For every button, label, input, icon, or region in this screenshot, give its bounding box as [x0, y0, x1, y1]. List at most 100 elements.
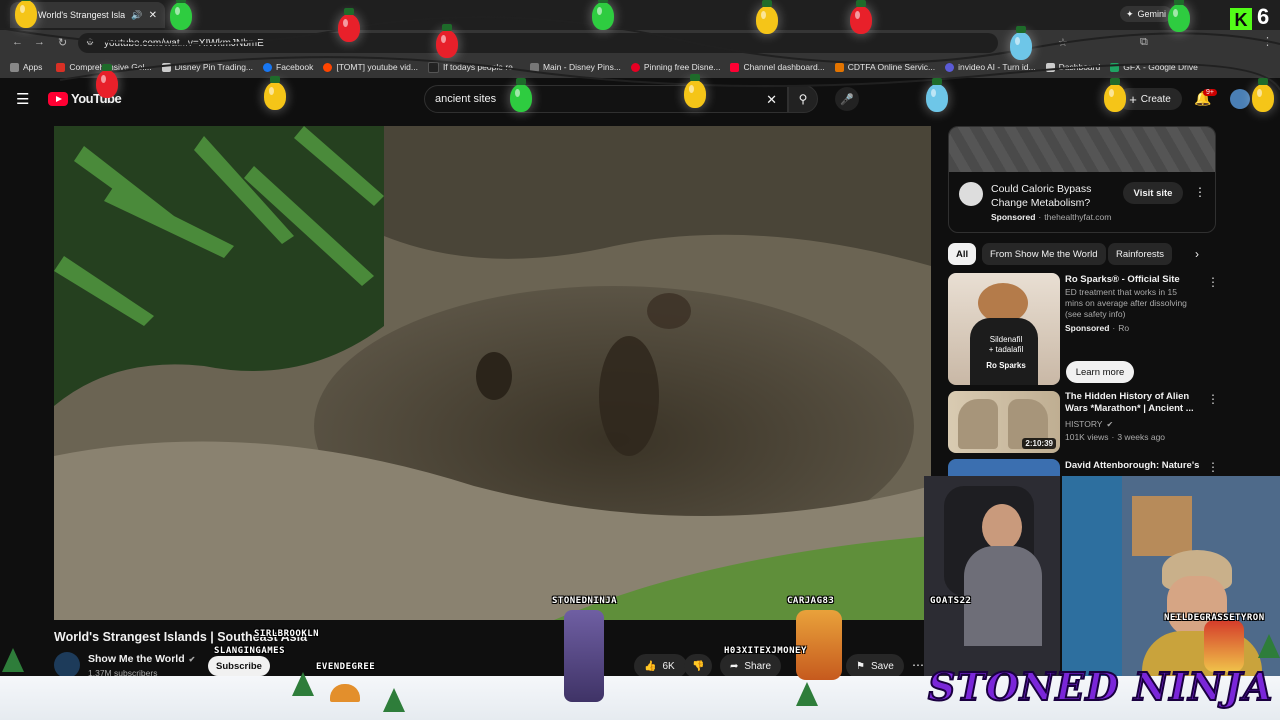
chip-rainforests[interactable]: Rainforests: [1108, 243, 1173, 265]
wall-shape: [1062, 476, 1122, 680]
pixel-avatar-ninja: [564, 610, 604, 702]
light-bulb-icon: [1104, 78, 1126, 112]
channel-name-row[interactable]: Show Me the World ✔: [88, 653, 195, 665]
viewer-username: GOATS22: [930, 596, 972, 606]
chip-from-channel[interactable]: From Show Me the World: [982, 243, 1106, 265]
verified-check-icon: ✔: [188, 654, 196, 664]
light-bulb-icon: [926, 78, 948, 112]
light-bulb-icon: [170, 0, 192, 30]
verified-check-icon: ✔: [1106, 420, 1114, 429]
thumb-text-line: Ro Sparks: [986, 361, 1026, 370]
viewer-username: NEILDEGRASSETYRON: [1164, 613, 1265, 623]
light-bulb-icon: [756, 0, 778, 34]
sidebar-item-title[interactable]: Ro Sparks® - Official Site: [1065, 274, 1203, 286]
more-actions-icon[interactable]: ⋯: [912, 658, 924, 672]
video-player[interactable]: [54, 126, 931, 620]
sidebar-item-age: 3 weeks ago: [1117, 432, 1166, 442]
tree-icon: [2, 648, 24, 672]
tree-icon: [292, 672, 314, 696]
share-button[interactable]: ➦ Share: [720, 654, 782, 678]
separator-dot: ·: [1111, 432, 1115, 442]
light-bulb-icon: [338, 8, 360, 42]
viewer-username: EVENDEGREE: [316, 662, 376, 672]
tree-icon: [383, 688, 405, 712]
more-options-icon[interactable]: ⋮: [1207, 392, 1219, 406]
share-label: Share: [744, 660, 772, 672]
sidebar-item-desc: ED treatment that works in 15 mins on av…: [1065, 287, 1187, 319]
light-bulb-icon: [850, 0, 872, 34]
relief-figure-shape: [958, 399, 998, 449]
sidebar-item-channel-row: HISTORY ✔: [1065, 419, 1113, 430]
sidebar-thumbnail[interactable]: [948, 459, 1060, 477]
light-bulb-icon: [1168, 0, 1190, 32]
separator-dot: ·: [1112, 323, 1116, 333]
ad-card[interactable]: Could Caloric Bypass Change Metabolism? …: [948, 126, 1216, 233]
viewer-username: H03XITEXJMONEY: [724, 646, 807, 656]
light-bulb-icon: [510, 78, 532, 112]
light-bulb-icon: [1252, 78, 1274, 112]
viewer-username: SLANGINGAMES: [214, 646, 286, 656]
thumbs-down-icon: 👎: [692, 660, 705, 672]
light-bulb-icon: [264, 76, 286, 110]
stream-brand-text: STONED NINJA: [927, 663, 1274, 710]
like-count: 6K: [662, 660, 675, 672]
hoodie-shape: [964, 546, 1042, 646]
sidebar-item-meta: Sponsored · Ro: [1065, 323, 1129, 334]
sidebar-item-stats: 101K views · 3 weeks ago: [1065, 432, 1165, 443]
webcam-left: [924, 476, 1060, 680]
channel-name: Show Me the World: [88, 653, 185, 665]
visit-site-button[interactable]: Visit site: [1123, 182, 1183, 204]
save-label: Save: [870, 660, 894, 672]
like-button[interactable]: 👍 6K: [634, 654, 687, 678]
learn-more-button[interactable]: Learn more: [1066, 361, 1134, 383]
subscribe-button[interactable]: Subscribe: [208, 656, 270, 676]
sponsored-label: Sponsored: [1065, 323, 1110, 333]
light-bulb-icon: [684, 74, 706, 108]
pixel-avatar-fighter: [796, 610, 842, 680]
light-bulb-icon: [96, 64, 118, 98]
person-hair-shape: [978, 283, 1028, 323]
webcam-right: [1062, 476, 1280, 680]
video-frame-illustration: [54, 126, 931, 620]
save-button[interactable]: ⚑ Save: [846, 654, 904, 678]
tree-icon: [796, 682, 818, 706]
tree-icon: [1258, 634, 1280, 658]
viewer-username: CARJAG83: [787, 596, 835, 606]
light-string: [0, 16, 1280, 91]
dislike-button[interactable]: 👎: [684, 654, 713, 678]
chevron-right-icon[interactable]: ›: [1195, 247, 1199, 261]
sidebar-item-title[interactable]: David Attenborough: Nature's: [1065, 460, 1205, 472]
more-options-icon[interactable]: ⋮: [1207, 275, 1219, 289]
sidebar-thumbnail[interactable]: 2:10:39: [948, 391, 1060, 453]
duration-badge: 2:10:39: [1022, 438, 1056, 449]
ad-banner-image: [949, 127, 1215, 172]
sidebar-item-views: 101K views: [1065, 432, 1109, 442]
light-bulb-icon: [592, 0, 614, 30]
shelf-shape: [1132, 496, 1192, 556]
ad-title: Could Caloric Bypass Change Metabolism?: [991, 183, 1092, 209]
sponsored-label: Sponsored: [991, 212, 1036, 222]
advertiser-avatar: [959, 182, 983, 206]
ad-meta: Sponsored · thehealthyfat.com: [991, 212, 1111, 222]
sidebar-item-channel: Ro: [1118, 323, 1130, 333]
channel-avatar[interactable]: [54, 652, 80, 678]
bookmark-icon: ⚑: [856, 660, 865, 672]
more-options-icon[interactable]: ⋮: [1207, 460, 1219, 474]
thumb-text-line: Sildenafil: [989, 335, 1023, 344]
face-shape: [982, 504, 1022, 550]
viewer-username: SIRLBROOKLN: [254, 629, 320, 639]
thumbs-up-icon: 👍: [644, 660, 657, 672]
thumb-text: Sildenafil + tadalafil Ro Sparks: [978, 335, 1034, 371]
separator-dot: ·: [1038, 212, 1042, 222]
viewer-username: STONEDNINJA: [552, 596, 618, 606]
ad-domain: thehealthyfat.com: [1044, 212, 1112, 222]
light-bulb-icon: [436, 24, 458, 58]
thumb-text-line: + tadalafil: [988, 345, 1024, 354]
more-options-icon[interactable]: ⋮: [1194, 185, 1206, 199]
sidebar-thumbnail[interactable]: Sildenafil + tadalafil Ro Sparks: [948, 273, 1060, 385]
light-bulb-icon: [1010, 26, 1032, 60]
chip-all[interactable]: All: [948, 243, 977, 265]
sidebar-item-title[interactable]: The Hidden History of Alien Wars *Marath…: [1065, 391, 1195, 415]
sidebar-item-channel: HISTORY: [1065, 419, 1103, 429]
light-bulb-icon: [15, 0, 37, 28]
